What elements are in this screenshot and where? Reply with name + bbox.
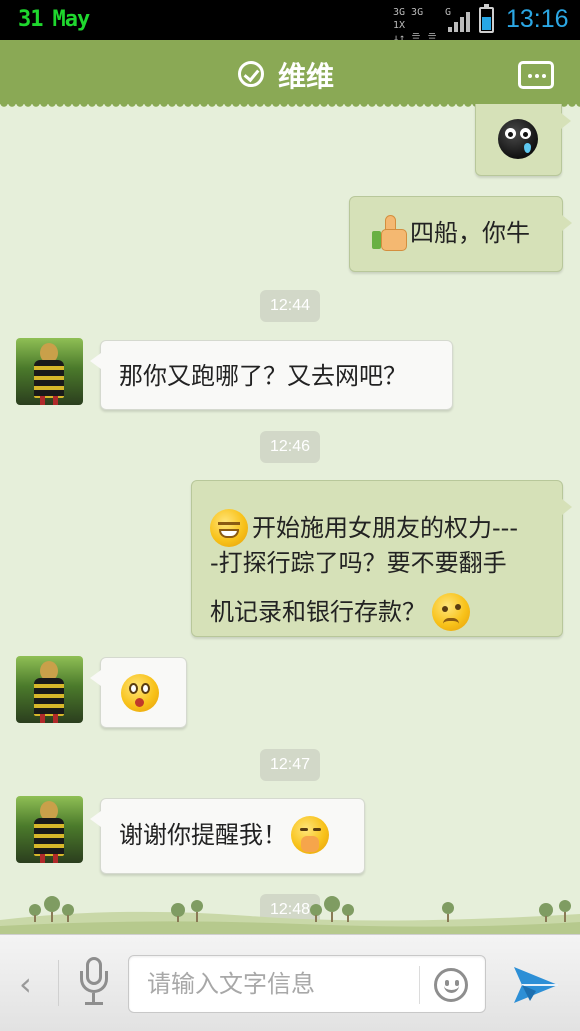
message-timestamp: 12:44 bbox=[260, 290, 320, 322]
more-dots-icon[interactable] bbox=[518, 61, 554, 89]
status-date-day: 31 bbox=[18, 7, 43, 32]
message-text: 开始施用女朋友的权力--- bbox=[252, 514, 518, 542]
message-in-sticker[interactable] bbox=[90, 657, 187, 728]
message-text: 机记录和银行存款？ bbox=[210, 598, 426, 626]
message-text: 那你又跑哪了？又去网吧？ bbox=[119, 362, 407, 390]
compose-bar: ‹ bbox=[0, 934, 580, 1031]
chat-header: 维维 bbox=[0, 40, 580, 110]
status-date: 31 May bbox=[18, 7, 99, 32]
message-in[interactable]: 谢谢你提醒我！ bbox=[90, 798, 365, 874]
message-line: 机记录和银行存款？ bbox=[210, 589, 562, 641]
status-date-month: May bbox=[52, 7, 91, 32]
avatar[interactable] bbox=[16, 656, 83, 723]
status-bar: 31 May 3G 3G 1X ↓↑ 亖 亖 G 13:16 bbox=[0, 0, 580, 44]
back-chevron-icon[interactable]: ‹ bbox=[19, 965, 32, 1003]
crying-bomb-icon bbox=[498, 119, 538, 159]
message-list[interactable]: 四船，你牛 12:44 那你又跑哪了？又去网吧？ 12:46 开始施用女朋友的权… bbox=[0, 104, 580, 934]
divider bbox=[419, 966, 420, 1004]
network-indicator: 3G 3G 1X ↓↑ 亖 亖 bbox=[393, 6, 439, 44]
avatar[interactable] bbox=[16, 338, 83, 405]
smiley-icon[interactable] bbox=[434, 968, 468, 1002]
surprised-emoji-icon bbox=[121, 674, 159, 712]
hills-decoration bbox=[0, 896, 580, 934]
thumbs-up-icon bbox=[370, 213, 410, 253]
grin-emoji-icon bbox=[210, 509, 248, 547]
message-out[interactable]: 四船，你牛 bbox=[349, 196, 572, 272]
status-time: 13:16 bbox=[506, 5, 569, 33]
battery-fill bbox=[482, 16, 491, 30]
avatar[interactable] bbox=[16, 796, 83, 863]
message-out[interactable]: 开始施用女朋友的权力--- -打探行踪了吗？要不要翻手 机记录和银行存款？ bbox=[191, 480, 572, 637]
send-plane-icon[interactable] bbox=[512, 963, 560, 1007]
message-timestamp: 12:47 bbox=[260, 749, 320, 781]
message-out-sticker[interactable] bbox=[475, 104, 571, 176]
message-text: 谢谢你提醒我！ bbox=[119, 821, 287, 849]
battery-icon bbox=[479, 4, 494, 33]
message-in[interactable]: 那你又跑哪了？又去网吧？ bbox=[90, 340, 453, 410]
message-timestamp: 12:46 bbox=[260, 431, 320, 463]
contact-name[interactable]: 维维 bbox=[278, 55, 334, 95]
divider bbox=[58, 960, 59, 1006]
shy-emoji-icon bbox=[291, 816, 329, 854]
signal-icon bbox=[448, 12, 470, 32]
check-circle-icon bbox=[238, 61, 264, 87]
confused-emoji-icon bbox=[432, 593, 470, 631]
message-input-field bbox=[128, 955, 486, 1013]
message-input[interactable] bbox=[147, 968, 407, 1000]
message-text: 四船，你牛 bbox=[410, 219, 530, 247]
network-line-1: 3G 3G 1X bbox=[393, 7, 424, 31]
microphone-icon[interactable] bbox=[78, 957, 110, 1005]
